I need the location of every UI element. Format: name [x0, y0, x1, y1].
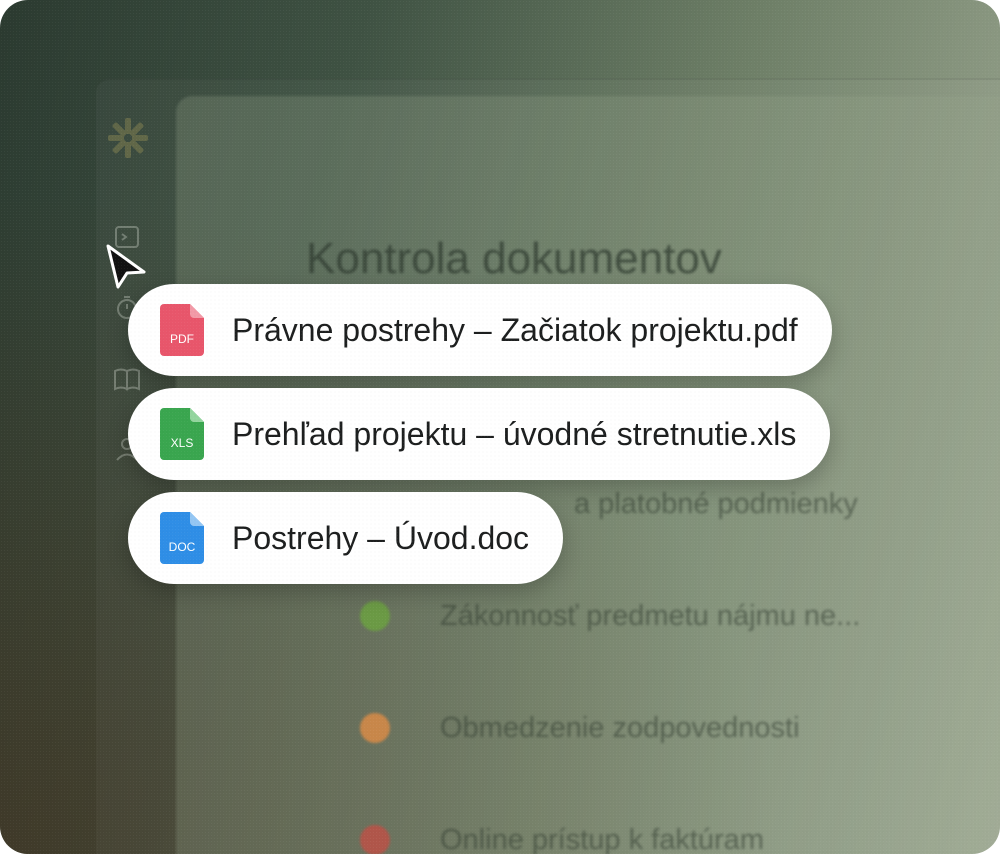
file-name: Právne postrehy – Začiatok projektu.pdf [232, 311, 798, 348]
check-item-label: Obmedzenie zodpovednosti [440, 711, 800, 744]
file-name: Prehľad projektu – úvodné stretnutie.xls [232, 415, 797, 452]
status-dot [360, 825, 390, 854]
file-item-pdf[interactable]: PDF Právne postrehy – Začiatok projektu.… [128, 284, 832, 376]
check-item-label: Zákonnosť predmetu nájmu ne... [440, 599, 861, 632]
asterisk-logo-icon [104, 114, 152, 162]
check-item-label: a platobné podmienky [574, 487, 858, 520]
svg-text:XLS: XLS [171, 436, 194, 450]
book-icon[interactable] [110, 362, 144, 396]
check-item[interactable]: Zákonnosť predmetu nájmu ne... [360, 596, 1000, 636]
check-item-label: Online prístup k faktúram [440, 823, 764, 854]
xls-file-icon: XLS [160, 408, 204, 460]
status-dot [360, 713, 390, 743]
file-item-doc[interactable]: DOC Postrehy – Úvod.doc [128, 492, 564, 584]
svg-text:PDF: PDF [170, 332, 194, 346]
check-item[interactable]: Obmedzenie zodpovednosti [360, 708, 1000, 748]
page-title: Kontrola dokumentov [306, 234, 722, 283]
file-name: Postrehy – Úvod.doc [232, 519, 530, 556]
mouse-cursor-icon [106, 244, 146, 289]
drag-drop-showcase: Kontrola dokumentov a platobné podmienky… [0, 0, 1000, 854]
status-dot [360, 601, 390, 631]
check-item[interactable]: Online prístup k faktúram [360, 820, 1000, 854]
doc-file-icon: DOC [160, 512, 204, 564]
file-item-xls[interactable]: XLS Prehľad projektu – úvodné stretnutie… [128, 388, 831, 480]
pdf-file-icon: PDF [160, 304, 204, 356]
svg-text:DOC: DOC [169, 540, 196, 554]
